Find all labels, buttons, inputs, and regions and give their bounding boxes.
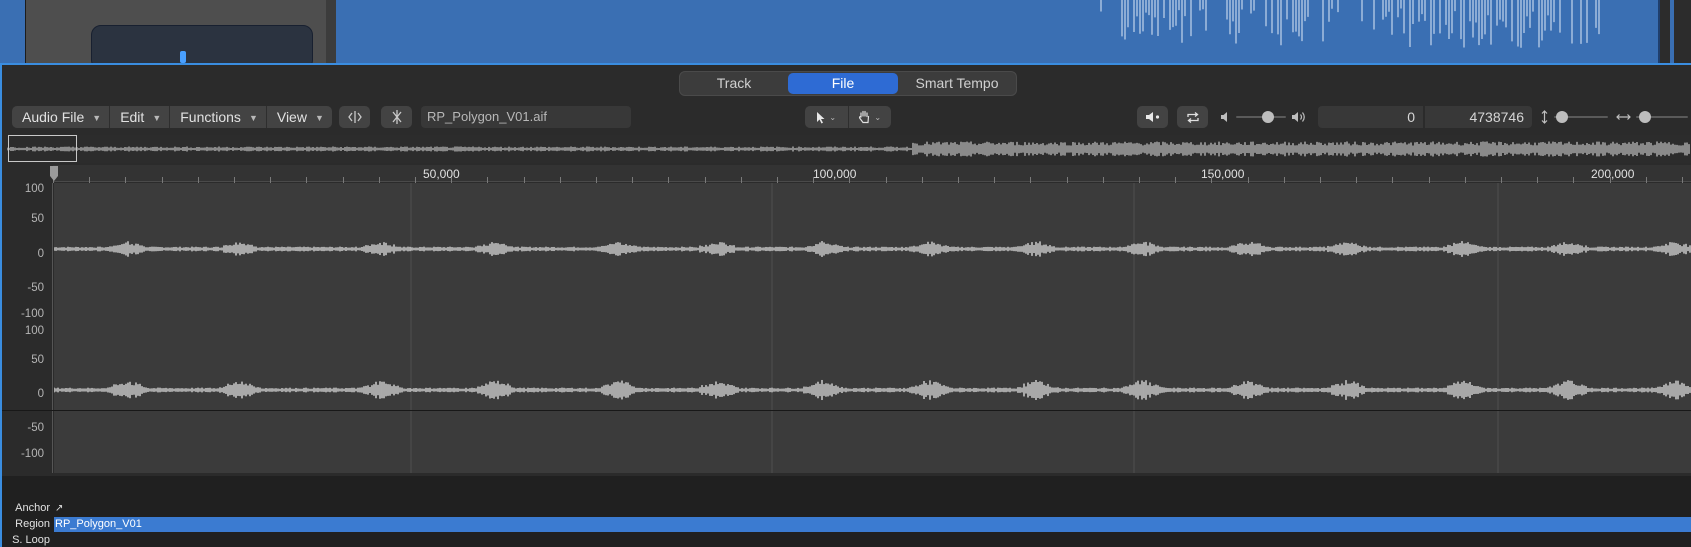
loop-icon bbox=[1186, 111, 1199, 123]
loop-button[interactable] bbox=[1177, 106, 1208, 128]
scale-label: 50 bbox=[31, 213, 44, 225]
scale-label: 100 bbox=[24, 325, 44, 337]
catch-icon bbox=[347, 111, 362, 123]
tab-track[interactable]: Track bbox=[682, 73, 786, 94]
hand-tool-menu[interactable]: ⌄ bbox=[849, 106, 892, 128]
vertical-zoom-thumb[interactable] bbox=[1556, 111, 1568, 123]
region-bar[interactable] bbox=[54, 517, 1691, 532]
pointer-icon bbox=[817, 111, 825, 123]
anchor-marker[interactable]: ↗ bbox=[55, 503, 63, 514]
waveform-display[interactable] bbox=[54, 183, 1691, 473]
volume-high-icon bbox=[1292, 112, 1305, 122]
scale-label: 100 bbox=[24, 183, 44, 195]
snap-icon bbox=[391, 110, 402, 124]
filename-field: RP_Polygon_V01.aif bbox=[421, 106, 631, 128]
volume-slider[interactable] bbox=[1218, 106, 1308, 128]
scale-label: -100 bbox=[20, 308, 44, 320]
menu-view[interactable]: View ▼ bbox=[267, 106, 332, 128]
tab-smart-tempo[interactable]: Smart Tempo bbox=[900, 73, 1014, 94]
amplitude-scale: 100 50 0 -50 -100 100 50 0 -50 -100 bbox=[2, 183, 53, 473]
scale-label: -100 bbox=[20, 448, 44, 460]
menu-label: Functions bbox=[180, 109, 241, 125]
menu-functions[interactable]: Functions ▼ bbox=[170, 106, 267, 128]
vertical-zoom-icon bbox=[1541, 110, 1548, 124]
track-region-waveform bbox=[1100, 0, 1600, 48]
volume-low-icon bbox=[1221, 112, 1227, 122]
volume-slider-thumb[interactable] bbox=[1262, 111, 1274, 123]
chevron-down-icon: ⌄ bbox=[829, 112, 837, 122]
overview-waveform bbox=[7, 141, 1690, 157]
vertical-zoom-slider[interactable] bbox=[1538, 106, 1610, 128]
chevron-down-icon: ⌄ bbox=[874, 112, 882, 122]
anchor-lane-label: Anchor bbox=[15, 502, 50, 514]
pointer-tool-menu[interactable]: ⌄ bbox=[805, 106, 849, 128]
scale-label: 0 bbox=[37, 388, 44, 400]
ruler-label: 50,000 bbox=[423, 167, 460, 181]
mute-button[interactable] bbox=[1137, 106, 1168, 128]
speaker-mute-icon bbox=[1145, 112, 1159, 122]
overview-visible-range[interactable] bbox=[8, 135, 77, 162]
loop-lane-label: S. Loop bbox=[12, 534, 50, 546]
menu-edit[interactable]: Edit ▼ bbox=[110, 106, 171, 128]
editor-mode-tabs: Track File Smart Tempo bbox=[679, 71, 1017, 96]
tracks-area bbox=[0, 0, 1691, 70]
scale-label: -50 bbox=[27, 282, 44, 294]
region-lane-label: Region bbox=[15, 518, 50, 530]
menu-label: Audio File bbox=[22, 109, 85, 125]
audio-waveform bbox=[54, 183, 1691, 473]
horizontal-zoom-icon bbox=[1616, 114, 1631, 120]
hand-icon bbox=[859, 110, 870, 124]
menu-audio-file[interactable]: Audio File ▼ bbox=[12, 106, 111, 128]
chevron-down-icon: ▼ bbox=[152, 113, 162, 123]
chevron-down-icon: ▼ bbox=[314, 113, 324, 123]
tool-selector: ⌄ ⌄ bbox=[805, 106, 891, 128]
sample-ruler[interactable]: 50,000 100,000 150,000 200,000 bbox=[53, 165, 1691, 183]
horizontal-zoom-slider[interactable] bbox=[1614, 106, 1689, 128]
tab-file[interactable]: File bbox=[788, 73, 898, 94]
menu-label: View bbox=[276, 109, 307, 125]
selection-start-field[interactable]: 0 bbox=[1318, 106, 1423, 128]
ruler-label: 150,000 bbox=[1201, 167, 1245, 181]
ruler-label: 200,000 bbox=[1591, 167, 1635, 181]
scale-label: -50 bbox=[27, 422, 44, 434]
scale-label: 50 bbox=[31, 354, 44, 366]
selection-length-field[interactable]: 4738746 bbox=[1425, 106, 1532, 128]
snap-button[interactable] bbox=[381, 106, 412, 128]
chevron-down-icon: ▼ bbox=[248, 113, 258, 123]
menu-label: Edit bbox=[120, 109, 145, 125]
catch-playhead-button[interactable] bbox=[339, 106, 370, 128]
scale-label: 0 bbox=[37, 248, 44, 260]
playhead-marker[interactable] bbox=[49, 166, 59, 183]
menu-bar: Audio File ▼ Edit ▼ Functions ▼ View ▼ bbox=[12, 106, 332, 128]
chevron-down-icon: ▼ bbox=[92, 113, 102, 123]
channel-divider bbox=[2, 410, 1691, 411]
horizontal-zoom-thumb[interactable] bbox=[1639, 111, 1651, 123]
waveform-overview[interactable] bbox=[7, 135, 1691, 163]
editor-toolbar: Audio File ▼ Edit ▼ Functions ▼ View ▼ RP_Po… bbox=[2, 101, 1691, 131]
volume-slider-track bbox=[1236, 116, 1286, 118]
audio-file-editor: Track File Smart Tempo Audio File ▼ Edit ▼… bbox=[0, 63, 1691, 547]
region-name: RP_Polygon_V01 bbox=[55, 518, 142, 530]
marker-lanes bbox=[2, 476, 1691, 547]
